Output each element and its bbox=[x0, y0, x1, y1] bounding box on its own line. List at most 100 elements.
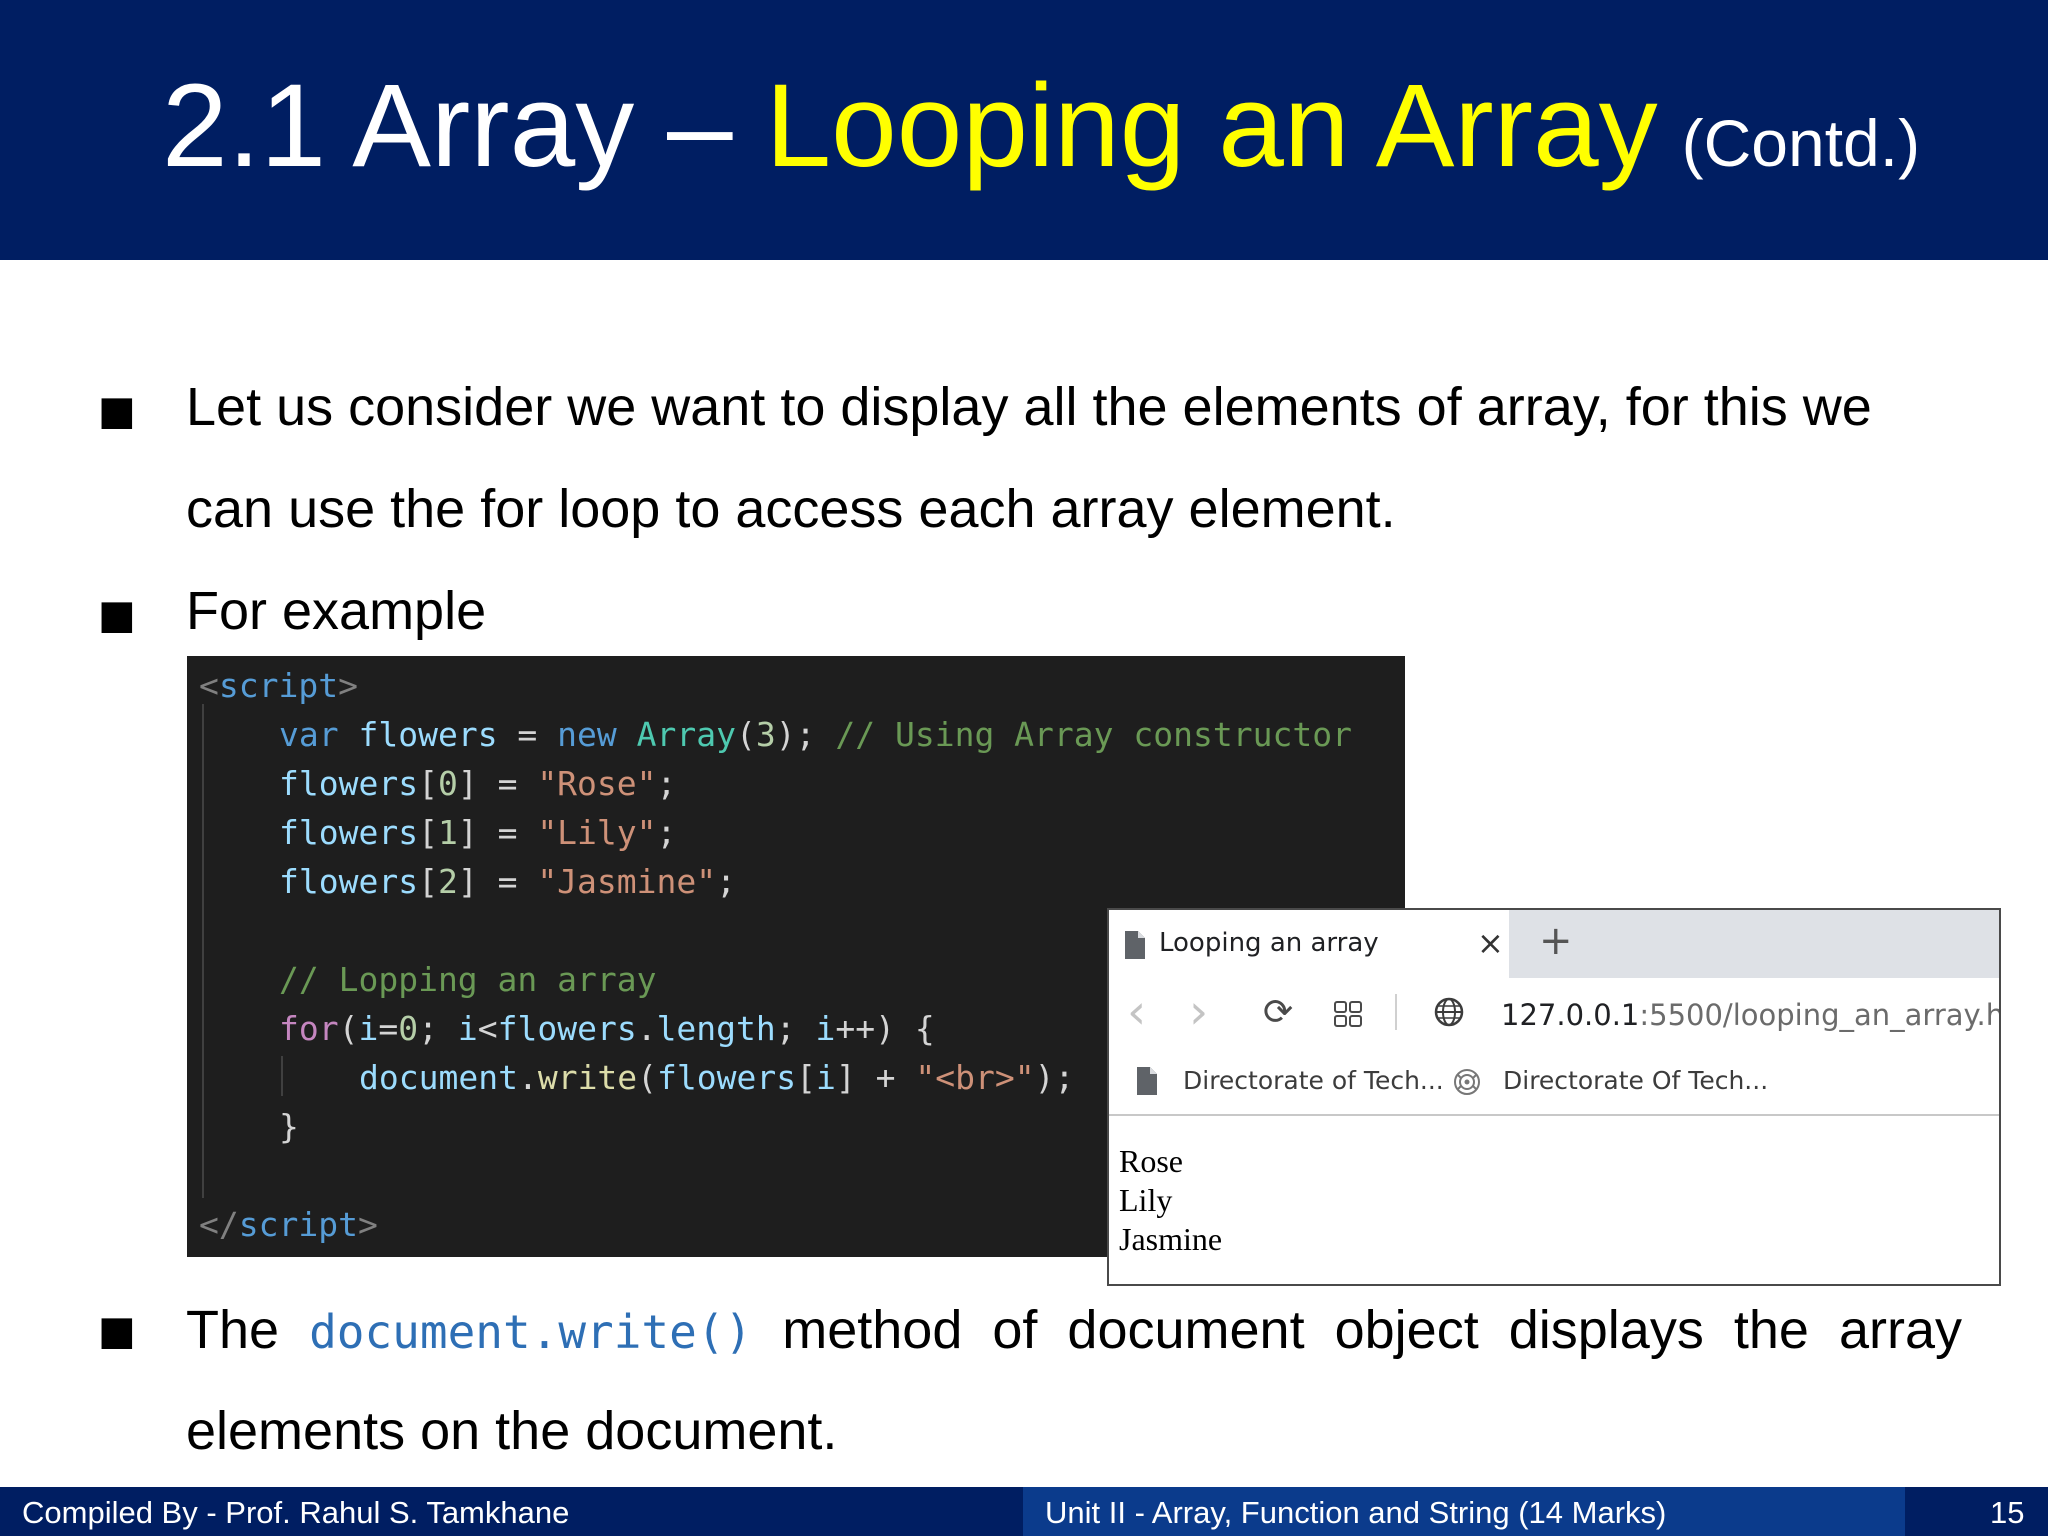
bullet-3-rest: method of document object displays the a… bbox=[782, 1300, 1962, 1360]
code-string: "<br>" bbox=[915, 1058, 1035, 1097]
emblem-icon bbox=[1451, 1066, 1483, 1102]
code-line-for: for(i=0; i<flowers.length; i++) { bbox=[279, 1009, 935, 1049]
code-line-assign-1: flowers[1] = "Lily"; bbox=[279, 813, 676, 853]
bullet-marker: ■ bbox=[98, 1308, 136, 1354]
bullet-2-text: For example bbox=[186, 581, 487, 641]
address-bar[interactable]: 127.0.0.1:5500/looping_an_array.html bbox=[1501, 998, 1999, 1032]
code-number: 0 bbox=[437, 764, 458, 803]
document-icon bbox=[1123, 930, 1147, 965]
globe-icon bbox=[1433, 996, 1465, 1032]
code-punct: ] bbox=[457, 813, 478, 852]
bullet-3-line-2: elements on the document. bbox=[186, 1401, 838, 1461]
indent-guide bbox=[281, 1056, 283, 1096]
code-identifier: flowers bbox=[279, 862, 419, 901]
reload-icon[interactable]: ⟳ bbox=[1263, 992, 1293, 1033]
apps-grid-icon[interactable] bbox=[1333, 1000, 1363, 1032]
code-line-assign-0: flowers[0] = "Rose"; bbox=[279, 764, 676, 804]
url-path: :5500/looping_an_array.html bbox=[1639, 998, 1999, 1032]
code-identifier: flowers bbox=[497, 1009, 637, 1048]
code-punct: [ bbox=[796, 1058, 816, 1097]
title-main: 2.1 Array – bbox=[162, 60, 766, 192]
code-number: 0 bbox=[398, 1009, 419, 1048]
inline-code: document.write() bbox=[309, 1305, 753, 1359]
tab-bar: Looping an array × + bbox=[1109, 910, 1999, 978]
code-identifier: i bbox=[358, 1009, 379, 1048]
code-line-assign-2: flowers[2] = "Jasmine"; bbox=[279, 862, 736, 902]
code-punct: . bbox=[636, 1009, 657, 1048]
bullet-marker: ■ bbox=[98, 592, 136, 638]
code-comment: // Lopping an array bbox=[279, 960, 657, 999]
code-identifier: flowers bbox=[279, 813, 419, 852]
code-string: "Lily" bbox=[537, 813, 657, 852]
code-punct: ++) { bbox=[835, 1009, 935, 1048]
footer-author: Compiled By - Prof. Rahul S. Tamkhane bbox=[22, 1495, 570, 1530]
slide-header: 2.1 Array – Looping an Array (Contd.) bbox=[0, 0, 2048, 260]
code-operator: = bbox=[477, 813, 538, 852]
code-punct: [ bbox=[418, 813, 438, 852]
code-punct: ] bbox=[835, 1058, 856, 1097]
navigation-bar: ‹ › ⟳ 127.0.0.1:5500/looping_an_array.ht… bbox=[1109, 978, 1999, 1050]
code-number: 2 bbox=[437, 862, 458, 901]
slide-footer: Compiled By - Prof. Rahul S. Tamkhane Un… bbox=[0, 1487, 2048, 1536]
code-punct: ); bbox=[1034, 1058, 1075, 1097]
toolbar-divider bbox=[1395, 994, 1397, 1030]
code-identifier: length bbox=[656, 1009, 776, 1048]
code-punct: ; bbox=[716, 862, 736, 901]
code-line-close-brace: } bbox=[279, 1107, 299, 1147]
code-punct: ] bbox=[457, 764, 478, 803]
code-line-declare: var flowers = new Array(3); // Using Arr… bbox=[279, 715, 1352, 755]
code-punct: ( bbox=[338, 1009, 359, 1048]
output-line: Jasmine bbox=[1119, 1221, 1223, 1257]
bookmarks-bar: Directorate of Tech... Directorate Of Te… bbox=[1109, 1050, 1999, 1116]
code-operator: = bbox=[497, 715, 558, 754]
code-identifier: i bbox=[815, 1009, 836, 1048]
code-tag-bracket: < bbox=[199, 666, 219, 705]
code-identifier: flowers bbox=[279, 764, 419, 803]
code-punct: ); bbox=[775, 715, 816, 754]
code-tag-bracket: </ bbox=[199, 1205, 239, 1244]
code-punct: [ bbox=[418, 764, 438, 803]
code-punct: ; bbox=[418, 1009, 458, 1048]
code-punct: ; bbox=[775, 1009, 816, 1048]
code-punct: ; bbox=[656, 764, 677, 803]
code-punct: } bbox=[279, 1107, 299, 1146]
code-identifier: document bbox=[359, 1058, 518, 1097]
code-operator: = bbox=[477, 764, 538, 803]
bullet-marker: ■ bbox=[98, 388, 136, 434]
code-comment: // Using Array constructor bbox=[835, 715, 1352, 754]
bullet-1-line-1: Let us consider we want to display all t… bbox=[186, 377, 1872, 437]
code-identifier: i bbox=[457, 1009, 478, 1048]
browser-window: Looping an array × + ‹ › ⟳ 127.0.0.1:550… bbox=[1107, 908, 2001, 1286]
code-operator: < bbox=[477, 1009, 498, 1048]
code-line-script-close: </script> bbox=[199, 1205, 378, 1245]
code-string: "Rose" bbox=[537, 764, 657, 803]
bullet-3-line-1: The document.write() method of document … bbox=[186, 1279, 1962, 1383]
code-line-write: document.write(flowers[i] + "<br>"); bbox=[359, 1058, 1074, 1098]
forward-icon[interactable]: › bbox=[1189, 984, 1208, 1040]
code-keyword: var bbox=[279, 715, 339, 754]
footer-page-number: 15 bbox=[1990, 1495, 2025, 1530]
code-line-comment: // Lopping an array bbox=[279, 960, 657, 1000]
browser-tab[interactable]: Looping an array × bbox=[1109, 910, 1509, 978]
code-operator: = bbox=[477, 862, 538, 901]
close-icon[interactable]: × bbox=[1477, 924, 1504, 962]
code-identifier: flowers bbox=[358, 715, 498, 754]
code-keyword: new bbox=[557, 715, 617, 754]
document-icon bbox=[1135, 1066, 1159, 1100]
code-punct: . bbox=[517, 1058, 538, 1097]
title-accent: Looping an Array bbox=[765, 60, 1658, 192]
back-icon[interactable]: ‹ bbox=[1127, 984, 1146, 1040]
code-identifier: flowers bbox=[657, 1058, 797, 1097]
bookmark-1[interactable]: Directorate of Tech... bbox=[1183, 1066, 1444, 1095]
code-tag-bracket: > bbox=[338, 666, 358, 705]
code-tag-name: script bbox=[218, 666, 339, 705]
bookmark-2[interactable]: Directorate Of Tech... bbox=[1503, 1066, 1768, 1095]
code-punct: ] bbox=[457, 862, 478, 901]
new-tab-icon[interactable]: + bbox=[1539, 918, 1573, 964]
code-function: write bbox=[537, 1058, 638, 1097]
code-string: "Jasmine" bbox=[537, 862, 717, 901]
code-punct: ( bbox=[736, 715, 756, 754]
code-tag-name: script bbox=[238, 1205, 358, 1244]
code-identifier: i bbox=[816, 1058, 836, 1097]
page-output: Rose Lily Jasmine bbox=[1119, 1142, 1222, 1259]
